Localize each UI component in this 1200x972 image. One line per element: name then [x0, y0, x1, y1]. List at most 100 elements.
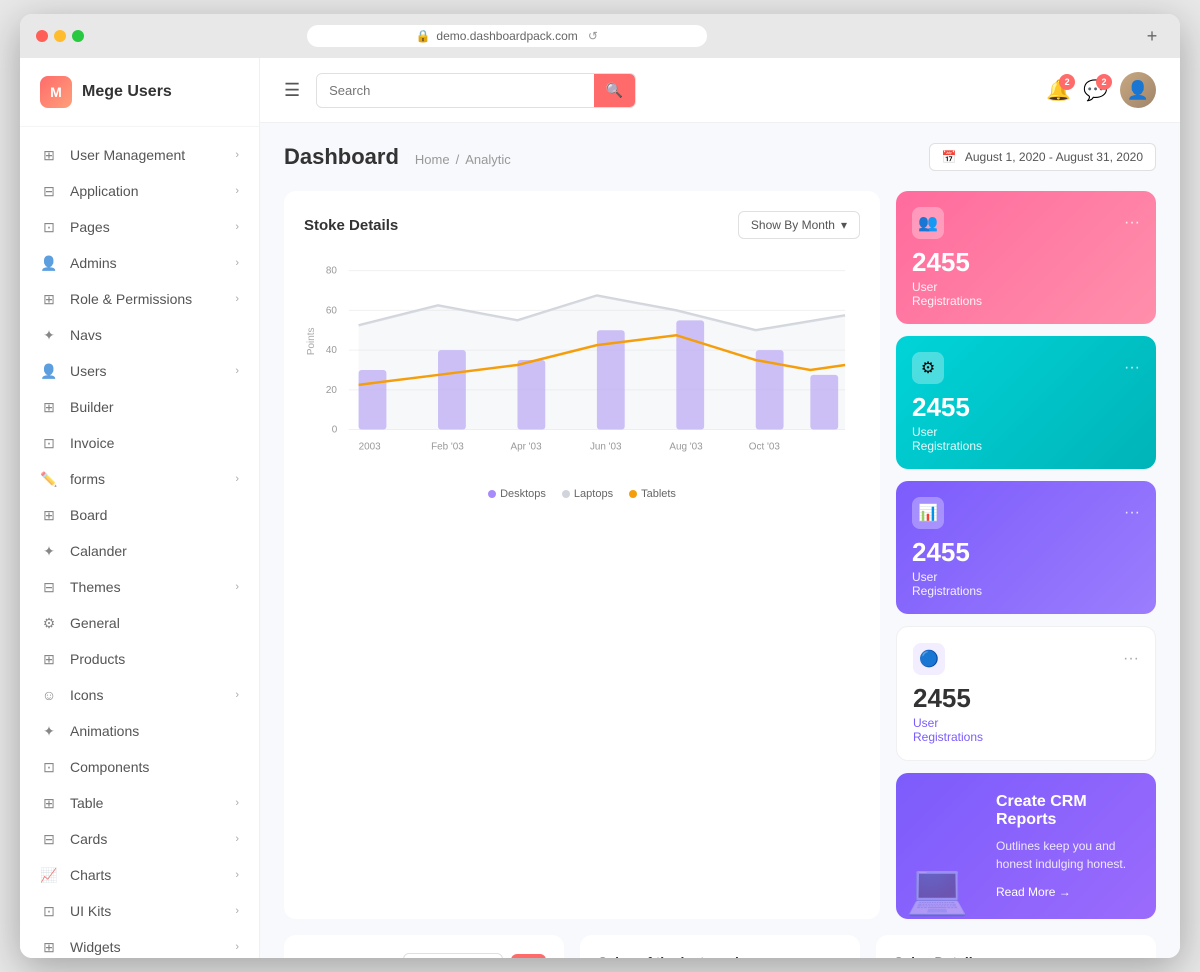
sidebar-item-widgets[interactable]: ⊞Widgets › — [20, 929, 259, 958]
sidebar-item-users[interactable]: 👤Users › — [20, 353, 259, 389]
nav-label-themes: Themes — [70, 579, 121, 595]
sidebar-item-table[interactable]: ⊞Table › — [20, 785, 259, 821]
browser-dots — [36, 30, 84, 42]
crm-read-more-link[interactable]: Read More → — [996, 885, 1136, 899]
nav-label-cards: Cards — [70, 831, 107, 847]
legend-dot-laptops — [562, 490, 570, 498]
app-container: M Mege Users ⊞User Management › ⊟Applica… — [20, 58, 1180, 958]
top-header: ☰ 🔍 🔔 2 💬 2 👤 — [260, 58, 1180, 123]
sidebar-item-cards[interactable]: ⊟Cards › — [20, 821, 259, 857]
svg-text:40: 40 — [326, 345, 338, 356]
board-icon: ⊞ — [40, 506, 58, 524]
stat-number-white: 2455 — [913, 683, 1139, 714]
products-icon: ⊞ — [40, 650, 58, 668]
hamburger-icon[interactable]: ☰ — [284, 80, 300, 101]
logo-icon: M — [40, 76, 72, 108]
chevron-icon-2: › — [235, 185, 239, 197]
chevron-icon-6: › — [235, 365, 239, 377]
message-icon-wrap[interactable]: 💬 2 — [1083, 78, 1108, 103]
page-title-section: Dashboard Home / Analytic — [284, 144, 511, 170]
new-users-search-button[interactable]: 🔍 — [511, 954, 546, 958]
header-right: 🔔 2 💬 2 👤 — [1046, 72, 1156, 108]
new-tab-button[interactable]: + — [1140, 24, 1164, 48]
sidebar-item-products[interactable]: ⊞Products — [20, 641, 259, 677]
nav-label-builder: Builder — [70, 399, 114, 415]
message-badge: 2 — [1096, 74, 1112, 90]
sidebar-item-pages[interactable]: ⊡Pages › — [20, 209, 259, 245]
stat-number-pink: 2455 — [912, 247, 1140, 278]
sidebar-item-general[interactable]: ⚙General — [20, 605, 259, 641]
svg-text:0: 0 — [332, 425, 338, 436]
sidebar-item-application[interactable]: ⊟Application › — [20, 173, 259, 209]
new-users-search-row: 🔍 — [403, 953, 546, 958]
legend-tablets: Tablets — [629, 488, 676, 500]
url-text: demo.dashboardpack.com — [436, 29, 577, 43]
calendar-icon: 📅 — [942, 150, 957, 164]
search-button[interactable]: 🔍 — [594, 74, 635, 107]
sidebar-item-builder[interactable]: ⊞Builder — [20, 389, 259, 425]
icons-icon: ☺ — [40, 686, 58, 704]
sidebar-item-animations[interactable]: ✦Animations — [20, 713, 259, 749]
notification-bell-wrap[interactable]: 🔔 2 — [1046, 78, 1071, 103]
cards-icon: ⊟ — [40, 830, 58, 848]
sales-week-title: Sales of the last week — [598, 954, 743, 958]
stat-menu-pink[interactable]: ··· — [1124, 214, 1140, 232]
new-users-search-input[interactable] — [403, 953, 503, 958]
browser-url-bar[interactable]: 🔒 demo.dashboardpack.com ↺ — [307, 25, 707, 47]
chevron-icon-9: › — [235, 689, 239, 701]
chevron-icon-8: › — [235, 581, 239, 593]
nav-label-charts: Charts — [70, 867, 111, 883]
stoke-details-card: Stoke Details Show By Month ▾ 80 60 — [284, 191, 880, 919]
stat-number-purple: 2455 — [912, 537, 1140, 568]
dot-close[interactable] — [36, 30, 48, 42]
svg-text:Apr '03: Apr '03 — [511, 441, 543, 452]
stat-card-pink: 👥 ··· 2455 UserRegistrations — [896, 191, 1156, 324]
sales-details-menu[interactable]: ··· — [1122, 953, 1138, 958]
stat-label-purple: UserRegistrations — [912, 570, 1140, 598]
svg-text:60: 60 — [326, 305, 338, 316]
stat-menu-cyan[interactable]: ··· — [1124, 359, 1140, 377]
logo-text: Mege Users — [82, 83, 172, 101]
dot-maximize[interactable] — [72, 30, 84, 42]
table-icon: ⊞ — [40, 794, 58, 812]
sidebar-item-navs[interactable]: ✦Navs — [20, 317, 259, 353]
stat-card-cyan: ⚙ ··· 2455 UserRegistrations — [896, 336, 1156, 469]
sidebar-item-icons[interactable]: ☺Icons › — [20, 677, 259, 713]
crm-title: Create CRM Reports — [996, 793, 1136, 829]
chevron-icon-13: › — [235, 905, 239, 917]
sidebar-item-calander[interactable]: ✦Calander — [20, 533, 259, 569]
sidebar-item-user-management[interactable]: ⊞User Management › — [20, 137, 259, 173]
legend-label-desktops: Desktops — [500, 488, 546, 500]
forms-icon: ✏️ — [40, 470, 58, 488]
line-bar-chart: 80 60 40 20 0 Points — [304, 255, 860, 475]
chart-legend: Desktops Laptops Tablets — [304, 488, 860, 500]
stat-card-white: 🔵 ··· 2455 UserRegistrations — [896, 626, 1156, 761]
search-input[interactable] — [317, 75, 594, 106]
show-by-month-button[interactable]: Show By Month ▾ — [738, 211, 860, 239]
sidebar-item-themes[interactable]: ⊟Themes › — [20, 569, 259, 605]
sidebar-nav: ⊞User Management › ⊟Application › ⊡Pages… — [20, 127, 259, 958]
sidebar-item-role-permissions[interactable]: ⊞Role & Permissions › — [20, 281, 259, 317]
sidebar-item-components[interactable]: ⊡Components — [20, 749, 259, 785]
nav-label-general: General — [70, 615, 120, 631]
sales-week-menu[interactable]: ··· — [826, 953, 842, 958]
sales-details-card: Sales Details ··· 🛍️ $2,034 Author Sales — [876, 935, 1156, 958]
user-avatar[interactable]: 👤 — [1120, 72, 1156, 108]
sidebar-item-admins[interactable]: 👤Admins › — [20, 245, 259, 281]
svg-text:Feb '03: Feb '03 — [431, 441, 464, 452]
sidebar-item-charts[interactable]: 📈Charts › — [20, 857, 259, 893]
dot-minimize[interactable] — [54, 30, 66, 42]
stat-label-pink: UserRegistrations — [912, 280, 1140, 308]
stat-menu-white[interactable]: ··· — [1123, 650, 1139, 668]
date-range-selector[interactable]: 📅 August 1, 2020 - August 31, 2020 — [929, 143, 1156, 171]
stat-menu-purple[interactable]: ··· — [1124, 504, 1140, 522]
sidebar-item-invoice[interactable]: ⊡Invoice — [20, 425, 259, 461]
nav-label-application: Application — [70, 183, 139, 199]
chart-card-header: Stoke Details Show By Month ▾ — [304, 211, 860, 239]
page-content: Dashboard Home / Analytic 📅 August 1, 20… — [260, 123, 1180, 958]
sidebar-item-board[interactable]: ⊞Board — [20, 497, 259, 533]
nav-label-table: Table — [70, 795, 103, 811]
sidebar-item-ui-kits[interactable]: ⊡UI Kits › — [20, 893, 259, 929]
refresh-icon[interactable]: ↺ — [588, 29, 598, 43]
sidebar-item-forms[interactable]: ✏️forms › — [20, 461, 259, 497]
